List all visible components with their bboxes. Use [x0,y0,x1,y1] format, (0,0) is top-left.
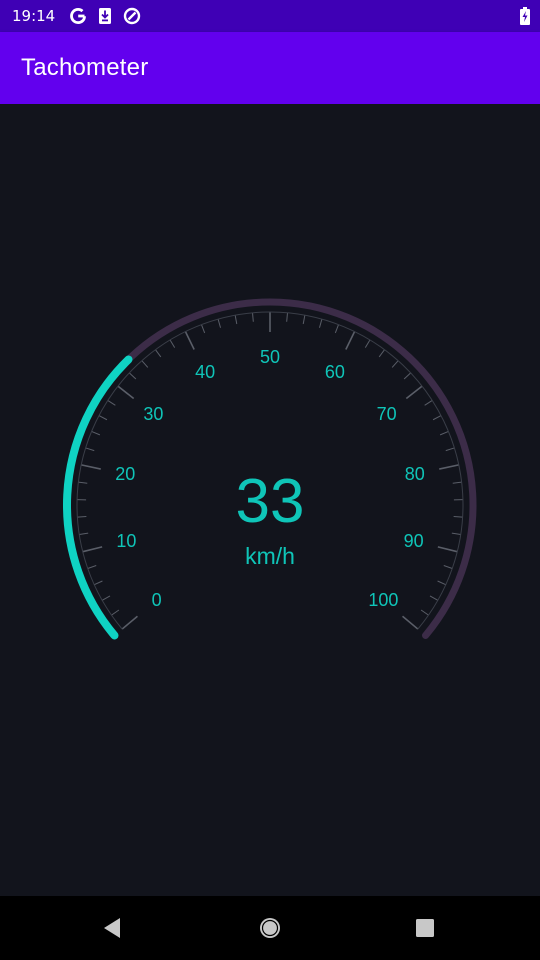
gauge-minor-tick [79,532,89,536]
gauge-minor-tick [432,415,442,421]
gauge-minor-tick [443,565,453,569]
status-bar: 19:14 [0,0,540,32]
data-saver-icon [123,7,141,25]
gauge-progress-arc [63,355,133,640]
status-time: 19:14 [12,7,56,25]
gauge-minor-tick [98,415,108,421]
status-icons [69,7,151,25]
gauge-minor-tick [77,516,87,518]
gauge-tick-label: 80 [405,464,425,484]
gauge-minor-tick [318,318,323,328]
gauge-tick-label: 100 [368,590,398,610]
gauge-major-tick [81,464,101,470]
gauge-minor-tick [429,595,439,601]
gauge-minor-tick [302,315,306,325]
gauge-minor-tick [437,580,446,586]
gauge-major-tick [82,546,103,553]
gauge-minor-tick [424,400,433,406]
gauge-minor-tick [420,609,429,616]
battery-charging-icon [520,7,530,29]
gauge-major-tick [184,331,195,350]
gauge-minor-tick [87,565,97,569]
gauge-major-tick [437,546,458,553]
gauge-minor-tick [439,430,449,436]
gauge-minor-tick [200,324,206,334]
gauge-tick-label: 40 [195,362,215,382]
gauge-minor-tick [391,360,399,368]
gauge-minor-tick [141,360,149,368]
gauge-major-tick [345,331,356,350]
gauge-minor-tick [85,447,95,452]
gauge-minor-tick [451,532,461,536]
speed-value: 33 [235,467,305,536]
gauge-minor-tick [286,312,288,322]
gauge-tick-label: 30 [143,404,163,424]
gauge-minor-tick [107,400,116,406]
gauge-minor-tick [78,481,88,484]
gauge-tick-label: 10 [116,531,136,551]
app-title: Tachometer [21,54,149,81]
home-icon [260,918,280,938]
gauge-tick-label: 90 [404,531,424,551]
gauge-minor-tick [445,447,455,452]
recents-button[interactable] [395,896,455,960]
gauge-tick-label: 50 [260,347,280,367]
gauge-minor-tick [364,339,371,348]
gauge-minor-tick [234,315,238,325]
gauge-major-tick [405,385,423,400]
gauge-major-tick [117,385,135,400]
gauge-minor-tick [94,580,103,586]
speed-gauge: 0 10 20 30 40 50 60 70 80 90 100 [63,298,477,640]
gauge-tick-label: 0 [152,590,162,610]
gauge-minor-tick [334,324,340,334]
google-icon [69,7,87,25]
gauge-major-tick [121,615,138,630]
navigation-bar [0,896,540,960]
gauge-minor-tick [91,430,101,436]
recents-icon [416,919,434,937]
gauge-tick-label: 60 [325,362,345,382]
gauge-tick-label: 20 [115,464,135,484]
gauge-minor-tick [155,349,162,358]
home-button[interactable] [240,896,300,960]
gauge-minor-tick [111,609,120,616]
gauge-minor-tick [453,516,463,518]
gauge-minor-tick [169,339,176,348]
gauge-minor-tick [252,312,254,322]
gauge-minor-tick [128,372,137,380]
gauge-major-tick [439,464,459,470]
speed-unit: km/h [245,543,295,569]
back-button[interactable] [82,896,142,960]
gauge-minor-tick [403,372,412,380]
gauge-major-tick [402,615,419,630]
download-icon [97,7,113,25]
gauge-minor-tick [378,349,385,358]
gauge-tick-label: 70 [377,404,397,424]
gauge-minor-tick [452,481,462,484]
gauge-minor-tick [217,318,222,328]
gauge-minor-tick [101,595,111,601]
back-icon [104,918,120,938]
app-bar: Tachometer [0,32,540,104]
